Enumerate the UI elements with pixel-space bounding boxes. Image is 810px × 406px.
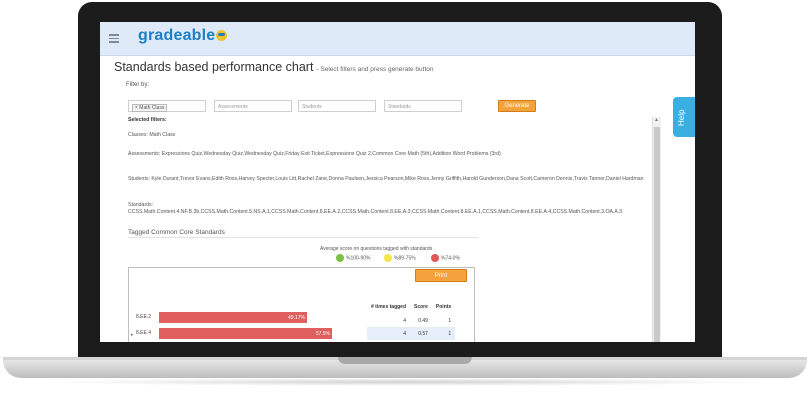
yellow-dot-icon: [384, 254, 392, 262]
page-header: Standards based performance chart - Selec…: [114, 58, 434, 76]
top-bar: gradeable: [100, 22, 695, 56]
page-subtitle: - Select filters and press generate butt…: [316, 66, 434, 73]
brand-name: gradeable: [138, 27, 216, 44]
legend-item-low: %74-0%: [431, 254, 460, 262]
filter-by-label: Filter by:: [126, 82, 150, 88]
column-header: Score: [414, 304, 428, 310]
bar-category-label: 8.EE.2: [136, 314, 152, 320]
help-label: Help: [677, 109, 686, 126]
laptop-notch: [338, 357, 472, 364]
table-cell: 1: [448, 317, 452, 324]
selected-filters-heading: Selected filters:: [128, 117, 167, 123]
help-tab[interactable]: Help: [673, 97, 695, 137]
table-cell: 0.57: [410, 327, 432, 340]
menu-icon[interactable]: [109, 34, 119, 43]
legend-item-high: %100-90%: [336, 254, 370, 262]
table-cell: 1: [431, 327, 456, 340]
print-button[interactable]: Print: [415, 269, 467, 282]
legend-label: %100-90%: [346, 255, 371, 262]
scroll-up-icon[interactable]: ▲: [654, 117, 659, 123]
assessments-filter[interactable]: Assessments: [214, 100, 292, 112]
students-filter[interactable]: Students: [298, 100, 376, 112]
stats-table: # times tagged Score Points 4 0.49 1 4 0…: [367, 300, 456, 340]
laptop-shadow: [40, 378, 770, 386]
table-header-row: # times tagged Score Points: [367, 300, 455, 314]
selected-classes: Classes: Math Class: [128, 132, 176, 138]
laptop-screen: gradeable Standards based performance ch…: [100, 22, 695, 342]
table-cell: 4: [367, 327, 411, 340]
page-title: Standards based performance chart: [114, 60, 314, 74]
bar-value-label: 57.5%: [315, 331, 330, 337]
selected-standards: CCSS.Math.Content.4.NF.B.3b,CCSS.Math.Co…: [128, 209, 623, 215]
legend-title: Average score on questions tagged with s…: [320, 246, 433, 252]
selected-assessments: Assessments: Expressions Quiz,Wednesday …: [128, 151, 501, 157]
standards-filter[interactable]: Standards: [384, 100, 462, 112]
table-row: 4 0.49 1: [367, 314, 455, 327]
section-divider: [128, 237, 478, 238]
owl-logo-icon: [216, 30, 228, 41]
generate-button[interactable]: Generate: [498, 100, 536, 112]
standards-placeholder: Standards: [388, 104, 411, 110]
column-header: # times tagged: [371, 304, 407, 310]
table-row: 4 0.57 1: [367, 327, 456, 340]
legend-label: %89-75%: [394, 255, 416, 262]
green-dot-icon: [336, 254, 344, 262]
assessments-placeholder: Assessments: [218, 104, 248, 110]
table-cell: 0.49: [418, 317, 428, 324]
column-header: Points: [435, 304, 452, 310]
selected-students: Students: Kyle Durant,Trevor Evans,Edith…: [128, 176, 644, 182]
legend-label: %74-0%: [441, 255, 460, 262]
legend-item-mid: %89-75%: [384, 254, 416, 262]
students-placeholder: Students: [302, 104, 322, 110]
bar-category-label: 8.EE.4: [136, 330, 152, 336]
expand-arrow-icon[interactable]: ▸: [131, 332, 134, 338]
classes-filter[interactable]: × Math Class: [128, 100, 206, 112]
bar-value-label: 49.17%: [288, 315, 305, 321]
brand-logo[interactable]: gradeable: [138, 27, 228, 45]
vertical-scrollbar[interactable]: ▲: [652, 117, 661, 342]
tagged-standards-heading: Tagged Common Core Standards: [128, 229, 225, 236]
red-dot-icon: [431, 254, 439, 262]
class-chip[interactable]: × Math Class: [132, 104, 168, 112]
scroll-thumb[interactable]: [654, 127, 660, 342]
table-cell: 4: [403, 317, 407, 324]
